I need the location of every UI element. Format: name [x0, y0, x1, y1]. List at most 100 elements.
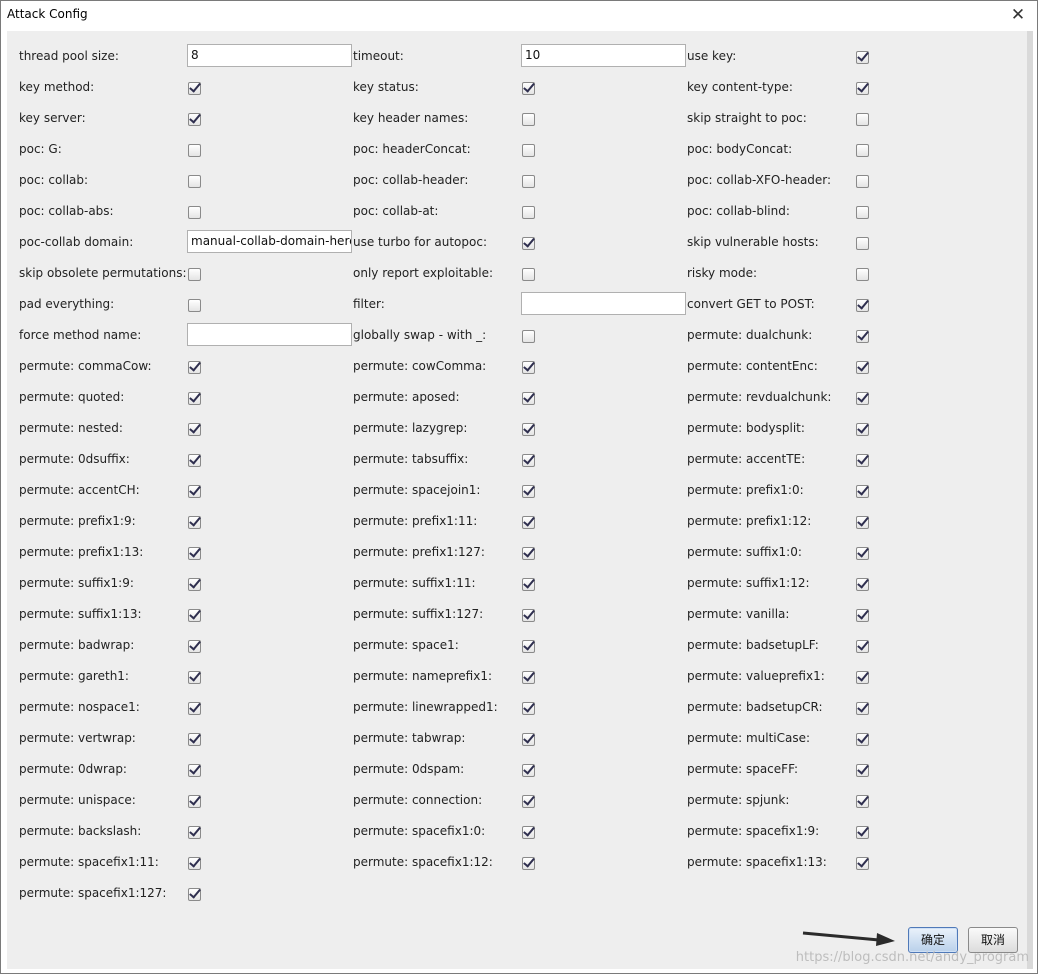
setting-checkbox[interactable]	[856, 671, 869, 684]
setting-checkbox[interactable]	[188, 857, 201, 870]
setting-text-field[interactable]: 8	[187, 44, 352, 67]
setting-checkbox[interactable]	[522, 423, 535, 436]
setting-checkbox[interactable]	[522, 516, 535, 529]
setting-checkbox[interactable]	[522, 206, 535, 219]
setting-checkbox[interactable]	[188, 144, 201, 157]
setting-checkbox[interactable]	[856, 547, 869, 560]
setting-checkbox[interactable]	[522, 361, 535, 374]
scrollbar-track[interactable]	[1027, 31, 1033, 969]
setting-label: permute: 0dwrap:	[19, 762, 127, 776]
setting-checkbox[interactable]	[522, 764, 535, 777]
setting-label: permute: nested:	[19, 421, 123, 435]
setting-checkbox[interactable]	[188, 888, 201, 901]
setting-checkbox[interactable]	[188, 826, 201, 839]
setting-label: permute: tabwrap:	[353, 731, 466, 745]
setting-checkbox[interactable]	[188, 206, 201, 219]
setting-text-field[interactable]	[521, 292, 686, 315]
setting-label: permute: vanilla:	[687, 607, 790, 621]
setting-checkbox[interactable]	[522, 671, 535, 684]
setting-checkbox[interactable]	[188, 578, 201, 591]
setting-checkbox[interactable]	[522, 454, 535, 467]
watermark: https://blog.csdn.net/andy_program	[795, 950, 1029, 965]
setting-checkbox[interactable]	[856, 175, 869, 188]
setting-checkbox[interactable]	[522, 640, 535, 653]
setting-checkbox[interactable]	[188, 764, 201, 777]
arrow-annotation-icon	[802, 931, 895, 946]
setting-checkbox[interactable]	[188, 795, 201, 808]
attack-config-dialog: Attack Config ✕ thread pool size: 8 key me…	[0, 0, 1038, 974]
setting-checkbox[interactable]	[188, 609, 201, 622]
setting-label: permute: 0dsuffix:	[19, 452, 130, 466]
setting-checkbox[interactable]	[188, 702, 201, 715]
setting-checkbox[interactable]	[522, 733, 535, 746]
setting-checkbox[interactable]	[188, 640, 201, 653]
setting-label: permute: quoted:	[19, 390, 125, 404]
setting-label: permute: spacefix1:0:	[353, 824, 486, 838]
setting-checkbox[interactable]	[856, 454, 869, 467]
setting-checkbox[interactable]	[188, 485, 201, 498]
setting-label: permute: prefix1:0:	[687, 483, 804, 497]
setting-label: only report exploitable:	[353, 266, 493, 280]
setting-checkbox[interactable]	[188, 671, 201, 684]
setting-checkbox[interactable]	[856, 578, 869, 591]
close-icon[interactable]: ✕	[1007, 5, 1029, 25]
setting-checkbox[interactable]	[856, 392, 869, 405]
setting-checkbox[interactable]	[522, 578, 535, 591]
setting-checkbox[interactable]	[188, 268, 201, 281]
setting-checkbox[interactable]	[856, 113, 869, 126]
setting-label: poc: collab-at:	[353, 204, 439, 218]
setting-checkbox[interactable]	[856, 516, 869, 529]
setting-checkbox[interactable]	[188, 423, 201, 436]
setting-checkbox[interactable]	[856, 485, 869, 498]
setting-checkbox[interactable]	[522, 857, 535, 870]
setting-checkbox[interactable]	[522, 826, 535, 839]
setting-checkbox[interactable]	[856, 82, 869, 95]
setting-checkbox[interactable]	[522, 144, 535, 157]
setting-checkbox[interactable]	[522, 547, 535, 560]
setting-checkbox[interactable]	[856, 330, 869, 343]
setting-checkbox[interactable]	[856, 268, 869, 281]
setting-checkbox[interactable]	[856, 144, 869, 157]
setting-checkbox[interactable]	[856, 51, 869, 64]
setting-label: key content-type:	[687, 80, 793, 94]
setting-label: permute: nospace1:	[19, 700, 140, 714]
setting-checkbox[interactable]	[856, 206, 869, 219]
setting-checkbox[interactable]	[188, 516, 201, 529]
setting-checkbox[interactable]	[188, 361, 201, 374]
setting-checkbox[interactable]	[522, 392, 535, 405]
setting-checkbox[interactable]	[856, 423, 869, 436]
setting-checkbox[interactable]	[522, 268, 535, 281]
setting-text-field[interactable]	[187, 323, 352, 346]
setting-checkbox[interactable]	[522, 237, 535, 250]
setting-checkbox[interactable]	[856, 764, 869, 777]
setting-checkbox[interactable]	[856, 361, 869, 374]
setting-checkbox[interactable]	[188, 113, 201, 126]
setting-checkbox[interactable]	[188, 547, 201, 560]
setting-text-field[interactable]: 10	[521, 44, 686, 67]
setting-checkbox[interactable]	[522, 485, 535, 498]
setting-checkbox[interactable]	[188, 299, 201, 312]
setting-checkbox[interactable]	[856, 826, 869, 839]
setting-checkbox[interactable]	[856, 733, 869, 746]
setting-checkbox[interactable]	[522, 795, 535, 808]
setting-checkbox[interactable]	[856, 702, 869, 715]
setting-checkbox[interactable]	[522, 330, 535, 343]
setting-checkbox[interactable]	[856, 609, 869, 622]
setting-checkbox[interactable]	[188, 454, 201, 467]
setting-checkbox[interactable]	[522, 702, 535, 715]
setting-checkbox[interactable]	[856, 640, 869, 653]
setting-label: permute: bodysplit:	[687, 421, 805, 435]
setting-text-field[interactable]: manual-collab-domain-here	[187, 230, 352, 253]
setting-checkbox[interactable]	[856, 237, 869, 250]
setting-checkbox[interactable]	[856, 857, 869, 870]
setting-checkbox[interactable]	[522, 82, 535, 95]
setting-checkbox[interactable]	[188, 82, 201, 95]
setting-checkbox[interactable]	[188, 733, 201, 746]
setting-checkbox[interactable]	[522, 175, 535, 188]
setting-checkbox[interactable]	[522, 609, 535, 622]
setting-checkbox[interactable]	[856, 795, 869, 808]
setting-checkbox[interactable]	[188, 175, 201, 188]
setting-checkbox[interactable]	[522, 113, 535, 126]
setting-checkbox[interactable]	[856, 299, 869, 312]
setting-checkbox[interactable]	[188, 392, 201, 405]
